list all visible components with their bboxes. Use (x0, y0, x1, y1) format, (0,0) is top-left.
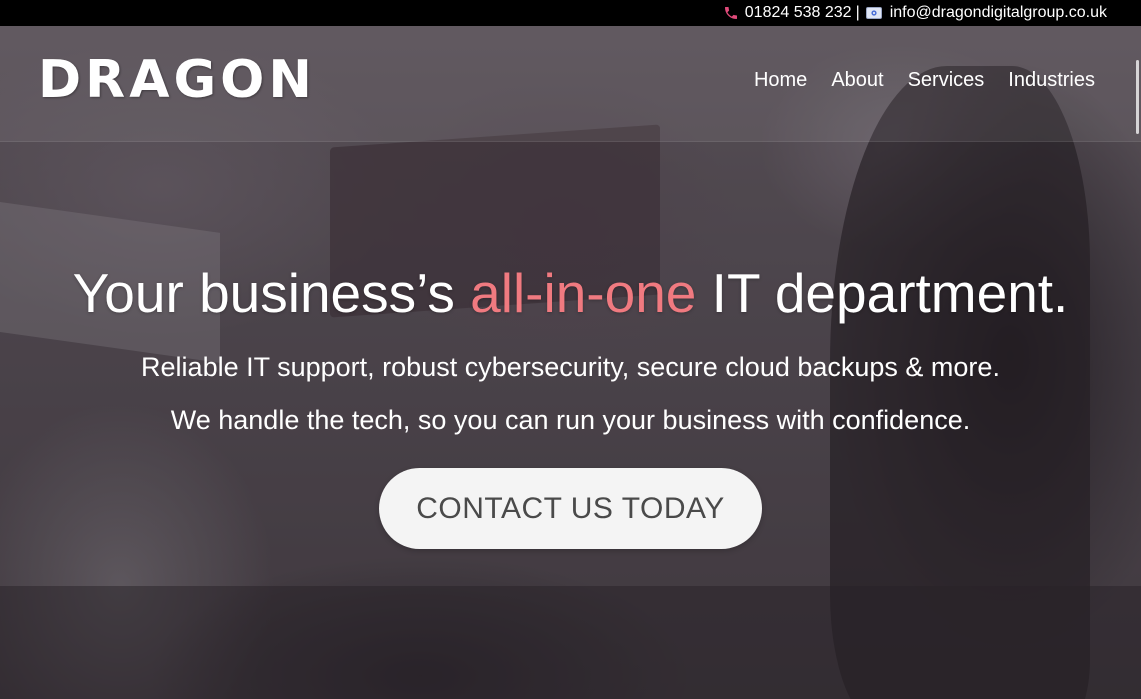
headline-end: IT department. (696, 262, 1069, 324)
email-link[interactable]: info@dragondigitalgroup.co.uk (890, 4, 1107, 22)
main-nav: Home About Services Industries (754, 68, 1095, 92)
nav-item-about[interactable]: About (831, 68, 883, 92)
nav-item-home[interactable]: Home (754, 68, 807, 92)
separator: | (855, 4, 860, 21)
hero-subline-1: Reliable IT support, robust cybersecurit… (141, 352, 1000, 382)
nav-scrollbar[interactable] (1136, 60, 1139, 134)
email-contact[interactable]: info@dragondigitalgroup.co.uk (865, 4, 1107, 22)
phone-icon (724, 7, 737, 19)
page: 01824 538 232 | info@dragondigitalgroup.… (0, 0, 1141, 699)
nav-item-services[interactable]: Services (908, 68, 985, 92)
dragon-logo[interactable]: DRAGON (38, 54, 316, 106)
mail-icon (865, 7, 882, 19)
hero-subline-2: We handle the tech, so you can run your … (170, 405, 971, 435)
phone-number[interactable]: 01824 538 232 (745, 4, 852, 22)
phone-contact[interactable]: 01824 538 232 (723, 4, 852, 22)
headline-start: Your business’s (72, 262, 471, 324)
nav-item-industries[interactable]: Industries (1008, 68, 1095, 92)
contact-us-button[interactable]: CONTACT US TODAY (379, 468, 762, 549)
hero-content: Your business’s all-in-one IT department… (0, 258, 1141, 549)
site-header: DRAGON Home About Services Industries (0, 26, 1141, 142)
contact-bar: 01824 538 232 | info@dragondigitalgroup.… (0, 0, 1141, 26)
hero-headline: Your business’s all-in-one IT department… (0, 258, 1141, 328)
headline-accent: all-in-one (470, 262, 697, 324)
